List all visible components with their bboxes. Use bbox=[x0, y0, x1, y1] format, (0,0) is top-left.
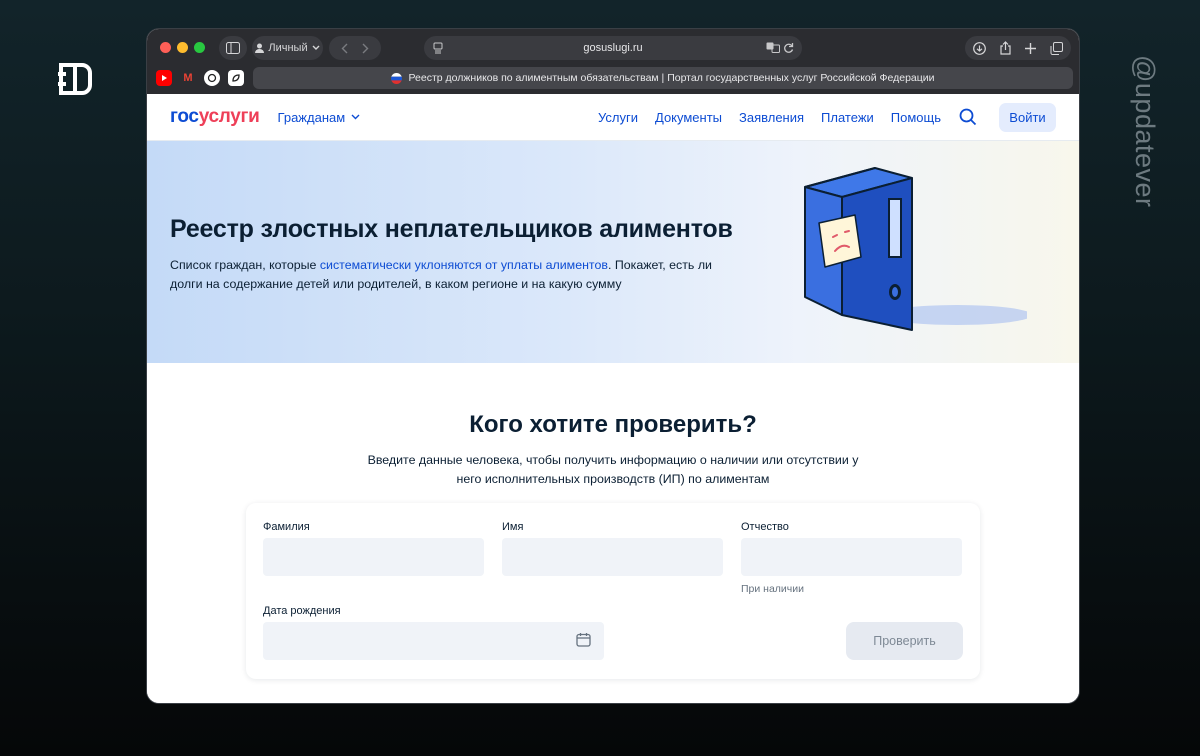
active-tab[interactable]: Реестр должников по алиментным обязатель… bbox=[253, 67, 1073, 89]
site-header: госуслуги Гражданам Услуги Документы Зая… bbox=[147, 94, 1079, 141]
watermark: @updatever bbox=[1130, 55, 1160, 208]
bookmark-favicon[interactable] bbox=[228, 70, 244, 86]
close-window-button[interactable] bbox=[160, 42, 171, 53]
hero-description: Список граждан, которые систематически у… bbox=[170, 256, 730, 294]
back-icon[interactable] bbox=[341, 43, 348, 54]
hero-desc-start: Список граждан, которые bbox=[170, 258, 320, 272]
flag-icon bbox=[391, 72, 403, 84]
sidebar-icon bbox=[226, 42, 240, 54]
download-icon[interactable] bbox=[973, 41, 986, 55]
check-subtitle: Введите данные человека, чтобы получить … bbox=[367, 453, 859, 486]
surname-label: Фамилия bbox=[263, 521, 310, 533]
new-tab-icon[interactable] bbox=[1025, 42, 1036, 54]
name-input[interactable] bbox=[502, 538, 723, 576]
surname-input[interactable] bbox=[263, 538, 484, 576]
address-bar[interactable]: gosuslugi.ru bbox=[424, 36, 802, 60]
chevron-down-icon bbox=[351, 114, 360, 120]
browser-toolbar: Личный gosuslugi.ru M Реестр должников п… bbox=[147, 29, 1079, 94]
brand-part2: услуги bbox=[198, 106, 260, 127]
toolbar-actions bbox=[965, 36, 1071, 60]
browser-window: Личный gosuslugi.ru M Реестр должников п… bbox=[147, 29, 1079, 703]
chatgpt-favicon[interactable] bbox=[204, 70, 220, 86]
person-icon bbox=[255, 43, 265, 53]
gmail-favicon[interactable]: M bbox=[180, 70, 196, 86]
birthdate-label: Дата рождения bbox=[263, 605, 341, 617]
check-section: Кого хотите проверить? Введите данные че… bbox=[147, 363, 1079, 703]
nav-payments[interactable]: Платежи bbox=[821, 110, 874, 125]
page-icon bbox=[433, 42, 443, 54]
patronymic-hint: При наличии bbox=[741, 583, 804, 595]
main-nav: Услуги Документы Заявления Платежи Помощ… bbox=[598, 94, 941, 141]
chevron-down-icon bbox=[312, 45, 320, 50]
calendar-icon[interactable] bbox=[576, 632, 591, 647]
hero-desc-link: систематически уклоняются от уплаты алим… bbox=[319, 258, 608, 272]
share-icon[interactable] bbox=[1000, 41, 1011, 55]
nav-services[interactable]: Услуги bbox=[598, 110, 638, 125]
patronymic-label: Отчество bbox=[741, 521, 789, 533]
tab-title: Реестр должников по алиментным обязатель… bbox=[408, 72, 935, 84]
citizens-dropdown[interactable]: Гражданам bbox=[278, 110, 361, 125]
url-text: gosuslugi.ru bbox=[583, 42, 643, 54]
brand-logo-icon bbox=[58, 63, 92, 95]
check-button[interactable]: Проверить bbox=[846, 622, 963, 660]
forward-icon[interactable] bbox=[362, 43, 369, 54]
profile-label: Личный bbox=[268, 42, 308, 54]
profile-button[interactable]: Личный bbox=[252, 36, 323, 60]
sidebar-toggle-button[interactable] bbox=[219, 36, 247, 60]
name-label: Имя bbox=[502, 521, 524, 533]
page-title: Реестр злостных неплательщиков алиментов bbox=[170, 215, 733, 243]
citizens-label: Гражданам bbox=[277, 109, 346, 125]
openai-icon bbox=[207, 73, 217, 83]
translate-icon[interactable] bbox=[766, 42, 780, 53]
play-icon bbox=[162, 75, 167, 81]
window-controls bbox=[160, 42, 205, 53]
history-nav bbox=[329, 36, 381, 60]
check-title: Кого хотите проверить? bbox=[469, 411, 757, 438]
patronymic-input[interactable] bbox=[741, 538, 962, 576]
tab-bar: M Реестр должников по алиментным обязате… bbox=[147, 67, 1079, 91]
search-form: Фамилия Имя Отчество При наличии Дата ро… bbox=[246, 503, 980, 679]
youtube-favicon[interactable] bbox=[156, 70, 172, 86]
minimize-window-button[interactable] bbox=[177, 42, 188, 53]
tabs-icon[interactable] bbox=[1050, 41, 1063, 55]
leaf-icon bbox=[232, 74, 240, 82]
gosuslugi-logo[interactable]: госуслуги bbox=[170, 106, 260, 128]
login-button[interactable]: Войти bbox=[999, 103, 1056, 132]
reload-icon[interactable] bbox=[783, 42, 794, 54]
hero-banner: Реестр злостных неплательщиков алиментов… bbox=[147, 141, 1079, 363]
nav-help[interactable]: Помощь bbox=[891, 110, 941, 125]
brand-part1: гос bbox=[170, 106, 199, 127]
zoom-window-button[interactable] bbox=[194, 42, 205, 53]
nav-applications[interactable]: Заявления bbox=[739, 110, 804, 125]
binder-illustration bbox=[804, 167, 1027, 331]
birthdate-input[interactable] bbox=[263, 622, 604, 660]
search-icon[interactable] bbox=[959, 108, 977, 126]
nav-documents[interactable]: Документы bbox=[655, 110, 722, 125]
